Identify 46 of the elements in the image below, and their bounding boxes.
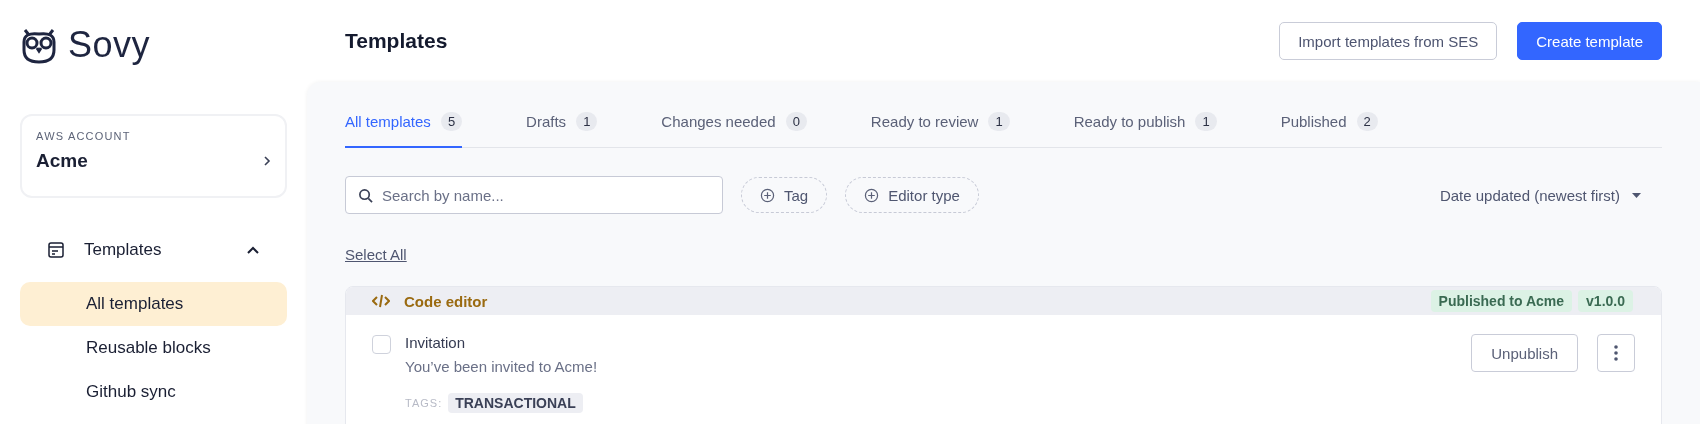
nav-item[interactable]: All templates: [20, 282, 287, 326]
search-field[interactable]: Search by name...: [345, 176, 723, 214]
template-icon: [48, 242, 64, 258]
count-badge: 1: [988, 111, 1010, 131]
tab[interactable]: All templates 5: [345, 82, 463, 148]
count-badge: 1: [1195, 111, 1217, 131]
count-badge: 0: [785, 111, 807, 131]
templates-nav-header[interactable]: Templates: [20, 232, 287, 268]
caret-icon: [1632, 192, 1641, 198]
plus-circle-icon: [864, 187, 880, 203]
editor-type-label: Code editor: [404, 292, 489, 310]
search-icon: [358, 188, 373, 203]
create-button[interactable]: Create template: [1517, 22, 1662, 60]
more-vertical-icon: [1614, 345, 1618, 361]
status-badge: Published to Acme: [1430, 290, 1573, 312]
template-name: Invitation: [405, 334, 467, 351]
tag: TRANSACTIONAL: [448, 393, 583, 413]
tags-label: TAGS:: [405, 397, 443, 409]
nav-item[interactable]: Github sync: [20, 370, 287, 414]
count-badge: 2: [1356, 111, 1378, 131]
tab[interactable]: Ready to publish 1: [1073, 82, 1217, 148]
sort-dropdown[interactable]: Date updated (newest first): [1433, 185, 1647, 205]
nav-item[interactable]: Reusable blocks: [20, 326, 287, 370]
checkbox[interactable]: [372, 335, 391, 354]
count-badge: 1: [576, 111, 598, 131]
page-title: Templates: [345, 29, 449, 53]
chevron-right-icon: [263, 155, 271, 167]
owl-logo-icon: [20, 26, 58, 64]
tab[interactable]: Published 2: [1280, 82, 1378, 148]
account-name: Acme: [36, 150, 88, 172]
tab[interactable]: Drafts 1: [526, 82, 598, 148]
count-badge: 5: [440, 111, 463, 131]
tab[interactable]: Changes needed 0: [661, 82, 807, 148]
tab[interactable]: Ready to review 1: [870, 82, 1010, 148]
code-icon: [372, 294, 390, 308]
version-badge: v1.0.0: [1578, 290, 1633, 312]
import-button[interactable]: Import templates from SES: [1279, 22, 1498, 60]
chevron-up-icon: [247, 246, 259, 254]
account-card[interactable]: AWS ACCOUNT Acme: [20, 114, 287, 198]
plus-circle-icon: [760, 187, 775, 203]
account-label: AWS ACCOUNT: [36, 130, 132, 142]
template-subject: You’ve been invited to Acme!: [405, 358, 599, 375]
select-all-link[interactable]: Select All: [345, 246, 407, 263]
unpublish-button[interactable]: Unpublish: [1471, 334, 1578, 372]
brand-name: Sovy: [68, 24, 151, 66]
more-button[interactable]: [1597, 334, 1635, 372]
